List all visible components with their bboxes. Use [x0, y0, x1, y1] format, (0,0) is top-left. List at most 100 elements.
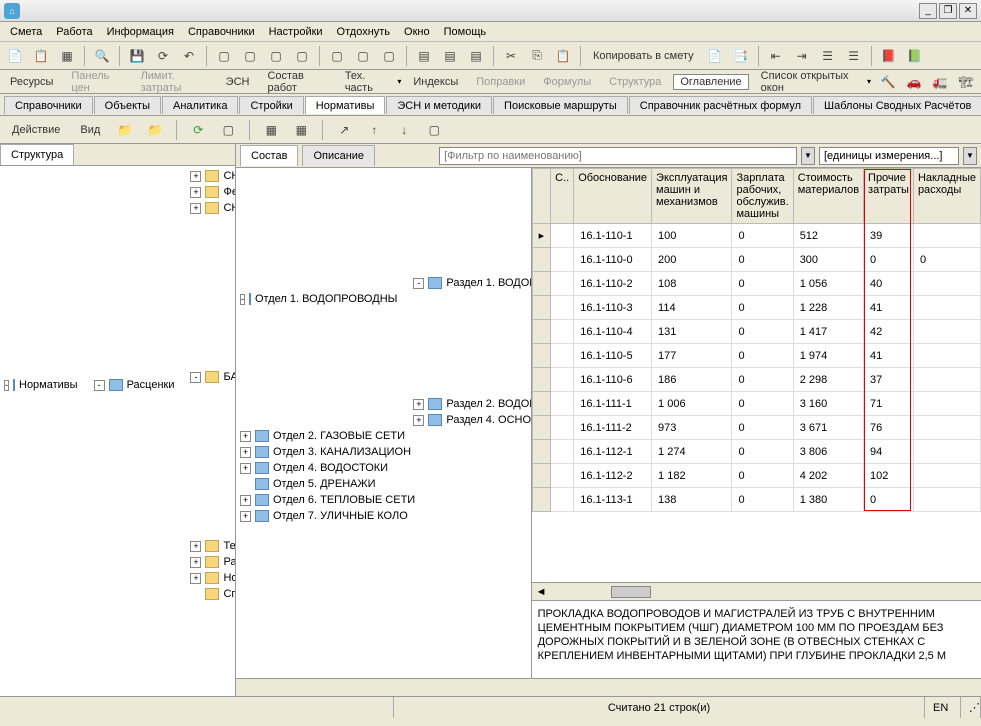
minimize-button[interactable]: _ [919, 3, 937, 19]
tree-item[interactable]: +Федеральная сметно-но [190, 184, 235, 200]
table-row[interactable]: 16.1-111-11 00603 16071 [532, 392, 980, 416]
tool-excel[interactable]: ▦ [56, 45, 78, 67]
filter-input[interactable]: [Фильтр по наименованию] [439, 147, 797, 165]
subbar-Тех. часть[interactable]: Тех. часть [339, 68, 396, 96]
tree-item[interactable]: +Отдел 4. ВОДОСТОКИ [240, 460, 529, 476]
subbar-Ресурсы[interactable]: Ресурсы [4, 74, 59, 90]
col-header[interactable] [532, 169, 551, 224]
tree-item[interactable]: -Расценки+СН-2012. База стоимости+Федера… [94, 168, 235, 602]
tree-item[interactable]: +Отдел 7. УЛИЧНЫЕ КОЛО [240, 508, 529, 524]
tool-book[interactable]: 📕 [878, 45, 900, 67]
tool-t3[interactable]: ▢ [265, 45, 287, 67]
tree-item[interactable]: +СН-2012. База стоимости [190, 168, 235, 184]
action-up[interactable]: ↑ [363, 119, 385, 141]
tree-item[interactable]: +Отдел 3. КАНАЛИЗАЦИОН [240, 444, 529, 460]
subbar-icon[interactable]: 🚛 [929, 71, 951, 93]
tool-undo[interactable]: ↶ [178, 45, 200, 67]
subbar-ЭСН[interactable]: ЭСН [220, 74, 256, 90]
table-row[interactable]: 16.1-110-413101 41742 [532, 320, 980, 344]
tree-item[interactable]: Отдел 5. ДРЕНАЖИ [240, 476, 529, 492]
action-folder2[interactable]: 📁 [144, 119, 166, 141]
tree-item[interactable]: +СН-2012-2016 г. База стр [190, 200, 235, 216]
action-r1[interactable]: ▦ [260, 119, 282, 141]
tab-Объекты[interactable]: Объекты [94, 96, 161, 114]
tab-Шаблоны Сводных Расчётов[interactable]: Шаблоны Сводных Расчётов [813, 96, 981, 114]
tree-item[interactable]: Спецификации [190, 586, 235, 602]
tool-indent-l[interactable]: ⇤ [765, 45, 787, 67]
tool-copy-to-smeta[interactable]: Копировать в смету [587, 48, 700, 64]
tool-copy[interactable]: ⎘ [526, 45, 548, 67]
mid-tree[interactable]: -Отдел 1. ВОДОПРОВОДНЫ-Раздел 1. ВОДОПРО… [236, 168, 532, 678]
action-x[interactable]: ▢ [217, 119, 239, 141]
tool-book2[interactable]: 📗 [904, 45, 926, 67]
data-grid[interactable]: С..ОбоснованиеЭксплуатация машин и механ… [532, 168, 981, 582]
tool-indent-r[interactable]: ⇥ [791, 45, 813, 67]
menu-otdohnut[interactable]: Отдохнуть [331, 24, 397, 40]
tool-outdent[interactable]: ☰ [817, 45, 839, 67]
subbar-Состав работ[interactable]: Состав работ [261, 68, 332, 96]
tree-item[interactable]: -Нормативы-Расценки+СН-2012. База стоимо… [4, 168, 233, 602]
subbar-Поправки[interactable]: Поправки [470, 74, 531, 90]
action-r3[interactable]: ▢ [423, 119, 445, 141]
tool-t9[interactable]: ▤ [439, 45, 461, 67]
midtab-sostav[interactable]: Состав [240, 145, 298, 166]
subbar-Список открытых окон[interactable]: Список открытых окон [755, 68, 865, 96]
bottom-hscroll[interactable] [236, 678, 981, 696]
menu-spravochniki[interactable]: Справочники [182, 24, 261, 40]
tree-item[interactable]: -БАЗА ДАННЫХ "ТЕРРИТ+ТСН-2001.3. СТРОИТ+… [190, 216, 235, 538]
subbar-Панель цен[interactable]: Панель цен [65, 68, 128, 96]
menu-nastroiki[interactable]: Настройки [263, 24, 329, 40]
tool-t1[interactable]: ▢ [213, 45, 235, 67]
menu-pomosh[interactable]: Помощь [438, 24, 493, 40]
tree-item[interactable]: +Раздел 4. ОСНОВАНИЕ [413, 412, 531, 428]
tree-item[interactable]: +Нормативы 2001 года [190, 570, 235, 586]
subbar-Индексы[interactable]: Индексы [407, 74, 464, 90]
tool-t2[interactable]: ▢ [239, 45, 261, 67]
tool-t4[interactable]: ▢ [291, 45, 313, 67]
tab-Поисковые маршруты[interactable]: Поисковые маршруты [493, 96, 628, 114]
tab-Справочник расчётных формул[interactable]: Справочник расчётных формул [629, 96, 812, 114]
tool-doc2[interactable]: 📑 [730, 45, 752, 67]
tab-ЭСН и методики[interactable]: ЭСН и методики [386, 96, 492, 114]
filter-dropdown[interactable]: ▼ [801, 147, 815, 165]
subbar-Структура[interactable]: Структура [603, 74, 667, 90]
subbar-Оглавление[interactable]: Оглавление [673, 74, 748, 90]
subbar-Лимит. затраты[interactable]: Лимит. затраты [135, 68, 214, 96]
action-down[interactable]: ↓ [393, 119, 415, 141]
subbar-Формулы[interactable]: Формулы [537, 74, 597, 90]
tree-item[interactable]: -Отдел 1. ВОДОПРОВОДНЫ-Раздел 1. ВОДОПРО… [240, 170, 529, 428]
tool-t7[interactable]: ▢ [378, 45, 400, 67]
table-row[interactable]: 16.1-112-11 27403 80694 [532, 440, 980, 464]
table-row[interactable]: 16.1-110-618602 29837 [532, 368, 980, 392]
restore-button[interactable]: ❐ [939, 3, 957, 19]
table-row[interactable]: 16.1-111-297303 67176 [532, 416, 980, 440]
action-vid[interactable]: Вид [74, 122, 106, 138]
close-button[interactable]: ✕ [959, 3, 977, 19]
subbar-icon[interactable]: 🚗 [903, 71, 925, 93]
table-row[interactable]: 16.1-113-113801 3800 [532, 488, 980, 512]
tool-t8[interactable]: ▤ [413, 45, 435, 67]
subbar-icon[interactable]: 🏗 [955, 71, 977, 93]
leftpane-tab-struktura[interactable]: Структура [0, 144, 74, 165]
menu-rabota[interactable]: Работа [50, 24, 98, 40]
subbar-icon[interactable]: 🔨 [877, 71, 899, 93]
tool-cut[interactable]: ✂ [500, 45, 522, 67]
tab-Аналитика[interactable]: Аналитика [162, 96, 238, 114]
tab-Нормативы[interactable]: Нормативы [305, 96, 386, 114]
tool-open[interactable]: 📋 [30, 45, 52, 67]
menu-smeta[interactable]: Смета [4, 24, 48, 40]
menu-okno[interactable]: Окно [398, 24, 436, 40]
table-row[interactable]: ▸16.1-110-1100051239 [532, 224, 980, 248]
tool-refresh[interactable]: ⟳ [152, 45, 174, 67]
tool-save[interactable]: 💾 [126, 45, 148, 67]
tab-Стройки[interactable]: Стройки [239, 96, 303, 114]
tool-t10[interactable]: ▤ [465, 45, 487, 67]
tool-new[interactable]: 📄 [4, 45, 26, 67]
tree-item[interactable]: +Раздел 2. ВОДОВОДЫ [413, 396, 531, 412]
action-folder[interactable]: 📁 [114, 119, 136, 141]
tool-search[interactable]: 🔍 [91, 45, 113, 67]
tool-t5[interactable]: ▢ [326, 45, 348, 67]
tree-item[interactable]: -Раздел 1. ВОДОПРОВОТаблица 1-110. ПРОТа… [413, 170, 531, 396]
table-row[interactable]: 16.1-110-0200030000 [532, 248, 980, 272]
col-header[interactable]: Обоснование [574, 169, 652, 224]
